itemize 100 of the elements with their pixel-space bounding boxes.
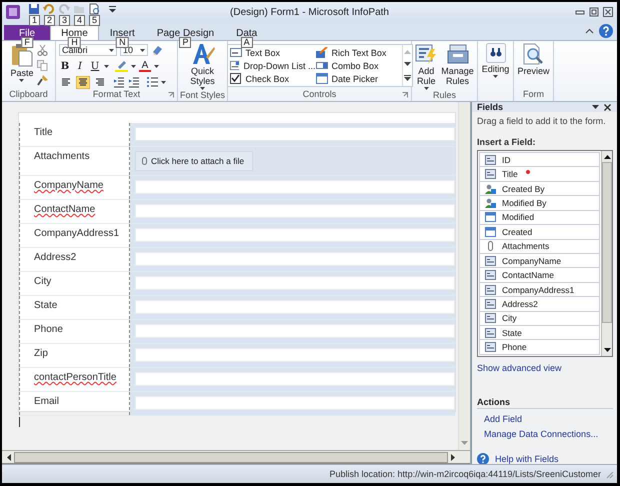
caret-icon[interactable]: [104, 64, 109, 68]
control-icon: [316, 73, 328, 84]
action-link[interactable]: Add Field: [484, 414, 613, 424]
binoculars-icon: [486, 43, 506, 63]
control-item[interactable]: Text Box: [230, 46, 316, 59]
field-label: contactPersonTitle: [34, 372, 116, 383]
field-type-icon: [485, 154, 496, 165]
help-icon[interactable]: [599, 24, 613, 38]
caret-icon[interactable]: [131, 64, 136, 68]
scroll-left-arrow-icon[interactable]: [6, 454, 11, 460]
control-item[interactable]: Drop-Down List ...: [230, 59, 316, 72]
add-rule-button[interactable]: Add Rule: [414, 43, 438, 90]
caret-icon: [493, 75, 498, 78]
scroll-up-arrow-icon[interactable]: [604, 154, 610, 159]
caret-icon[interactable]: [161, 80, 166, 84]
control-icon: [316, 47, 328, 58]
field-item[interactable]: Title: [479, 167, 600, 182]
brush-icon[interactable]: [36, 75, 48, 86]
field-type-icon: [485, 212, 496, 222]
close-icon[interactable]: [603, 7, 613, 17]
align-center-icon[interactable]: [76, 76, 90, 88]
bold-button[interactable]: B: [59, 60, 71, 72]
font-color-button[interactable]: A: [139, 60, 151, 72]
list-scrollbar[interactable]: [601, 151, 612, 356]
dialog-launcher-icon[interactable]: [402, 92, 408, 98]
field-label: Zip: [34, 348, 48, 359]
status-text: Publish location: http://win-m2ircoq6iqa:44119/Lists/SreeniCustomer: [330, 469, 601, 479]
caret-icon[interactable]: [154, 64, 159, 68]
eraser-icon[interactable]: [151, 44, 163, 56]
field-label: Address2: [34, 252, 76, 263]
save-icon[interactable]: [28, 3, 40, 15]
gallery-scroll-buttons[interactable]: [402, 45, 412, 86]
italic-button[interactable]: I: [74, 60, 86, 72]
field-item[interactable]: Created By: [479, 182, 600, 196]
document-icon[interactable]: [88, 3, 100, 15]
field-label: Title: [34, 127, 53, 138]
quick-styles-button[interactable]: Quick Styles: [189, 43, 216, 90]
field-item[interactable]: CompanyName: [479, 254, 600, 268]
field-item[interactable]: State: [479, 326, 600, 340]
field-item[interactable]: Phone: [479, 340, 600, 355]
field-item[interactable]: CompanyAddress1: [479, 282, 600, 298]
undo-icon[interactable]: [43, 3, 55, 15]
bullets-icon[interactable]: [146, 76, 158, 88]
field-name: CompanyName: [502, 256, 562, 266]
ribbon-tab[interactable]: Insert: [98, 25, 146, 40]
field-item[interactable]: Address2: [479, 297, 600, 312]
field-item[interactable]: ID: [479, 152, 600, 168]
pane-menu-caret-icon[interactable]: [592, 105, 599, 109]
decrease-indent-icon[interactable]: [113, 76, 125, 88]
dialog-launcher-icon[interactable]: [168, 92, 174, 98]
control-item[interactable]: Check Box: [230, 72, 316, 85]
field-name: Attachments: [502, 241, 550, 252]
increase-indent-icon[interactable]: [128, 76, 140, 88]
keytip: A: [240, 37, 253, 48]
group-label: Form: [522, 89, 545, 101]
group-label: Rules: [432, 90, 457, 102]
manage-rules-button[interactable]: Manage Rules: [440, 43, 475, 86]
ribbon-tab[interactable]: Data: [225, 25, 268, 40]
scroll-right-arrow-icon[interactable]: [451, 454, 456, 460]
keytip: H: [68, 37, 81, 48]
align-left-icon[interactable]: [59, 76, 73, 88]
ribbon-tab[interactable]: Home: [50, 25, 99, 40]
restore-icon[interactable]: [589, 7, 599, 17]
paste-button[interactable]: Paste: [9, 43, 34, 82]
app-icon[interactable]: [6, 5, 20, 19]
resize-grip-icon[interactable]: [605, 470, 614, 478]
action-link[interactable]: Manage Data Connections...: [484, 429, 613, 439]
preview-button[interactable]: Preview: [516, 43, 550, 76]
close-icon[interactable]: [604, 104, 611, 110]
field-item[interactable]: Attachments: [479, 240, 600, 254]
field-item[interactable]: ContactName: [479, 268, 600, 283]
attach-file-button[interactable]: Click here to attach a file: [135, 151, 254, 171]
underline-button[interactable]: U: [89, 60, 101, 72]
collapse-ribbon-icon[interactable]: [585, 28, 594, 34]
customize-caret-icon[interactable]: [109, 5, 116, 13]
control-item[interactable]: Combo Box: [316, 59, 400, 72]
control-item[interactable]: Date Picker: [316, 72, 400, 85]
show-advanced-view-link[interactable]: Show advanced view: [477, 363, 613, 373]
control-icon: [230, 73, 242, 84]
editing-button[interactable]: Editing: [480, 43, 510, 78]
field-item[interactable]: City: [479, 312, 600, 326]
group-label: Format Text: [92, 89, 140, 101]
field-name: Created By: [502, 184, 545, 194]
help-link[interactable]: Help with Fields: [495, 454, 559, 464]
field-item[interactable]: Modified By: [479, 196, 600, 211]
align-right-icon[interactable]: [93, 76, 107, 88]
field-type-icon: [485, 270, 496, 280]
ribbon-tab[interactable]: File: [4, 25, 50, 40]
scroll-down-arrow-icon[interactable]: [604, 348, 610, 353]
field-type-icon: [485, 198, 496, 208]
vertical-scrollbar[interactable]: [458, 102, 470, 450]
ribbon-tab[interactable]: Page Design: [146, 25, 226, 40]
field-item[interactable]: Modified: [479, 210, 600, 226]
caret-icon: [19, 79, 24, 82]
caret-icon: [424, 87, 429, 90]
help-icon[interactable]: [477, 453, 489, 465]
control-item[interactable]: Rich Text Box: [316, 46, 400, 59]
scissors-icon[interactable]: [36, 45, 48, 56]
field-item[interactable]: Created: [479, 225, 600, 240]
horizontal-scrollbar[interactable]: [2, 450, 470, 464]
